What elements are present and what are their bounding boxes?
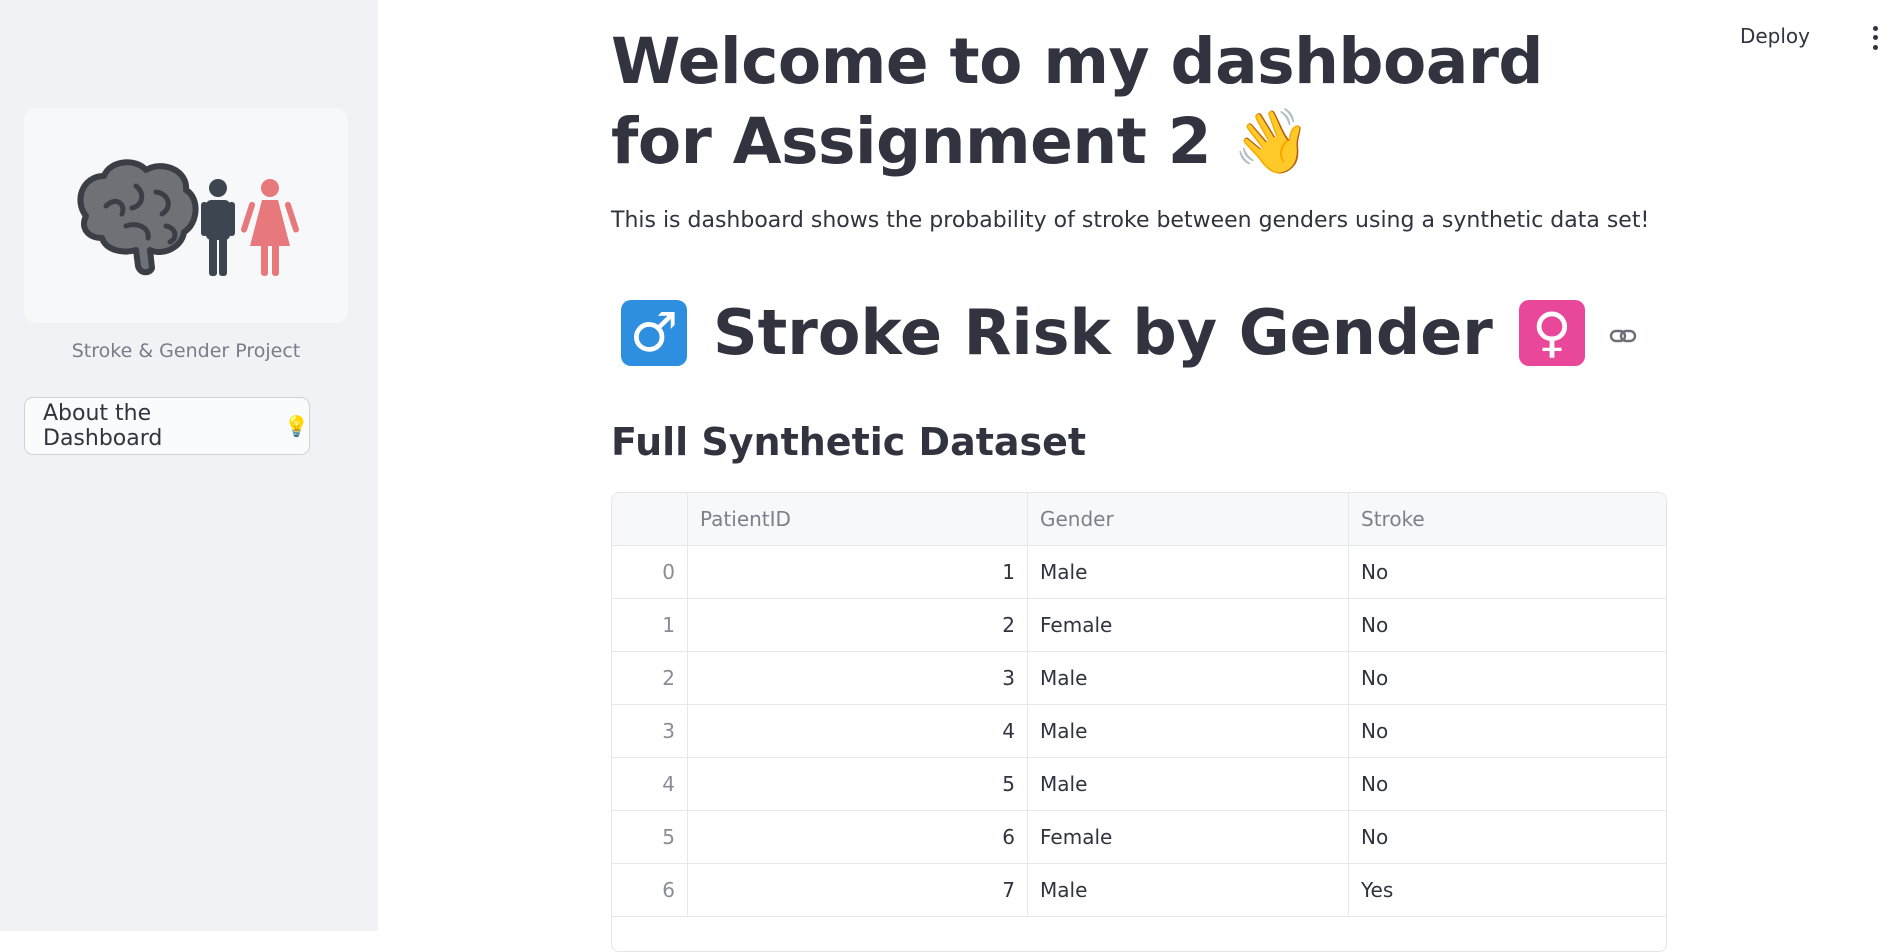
female-symbol-icon: ♀	[1518, 299, 1585, 366]
stroke-cell[interactable]: Yes	[1349, 864, 1663, 916]
female-figure-icon	[241, 178, 299, 276]
table-row: 4 5 Male No	[612, 758, 1666, 811]
male-symbol-icon: ♂	[621, 299, 687, 366]
row-index: 2	[612, 652, 688, 704]
stroke-cell[interactable]: No	[1349, 599, 1663, 651]
gender-cell[interactable]: Female	[1028, 599, 1349, 651]
about-button-label: About the Dashboard	[43, 401, 163, 451]
stroke-cell[interactable]: No	[1349, 652, 1663, 704]
patientid-cell[interactable]: 2	[688, 599, 1028, 651]
table-row: 6 7 Male Yes	[612, 864, 1666, 917]
gender-cell[interactable]: Male	[1028, 758, 1349, 810]
row-index: 6	[612, 864, 688, 916]
column-header-gender[interactable]: Gender	[1028, 493, 1349, 545]
gender-cell[interactable]: Male	[1028, 705, 1349, 757]
section-title: Full Synthetic Dataset	[611, 420, 1087, 464]
stroke-cell[interactable]: No	[1349, 705, 1663, 757]
table-row: 3 4 Male No	[612, 705, 1666, 758]
intro-text: This is dashboard shows the probability …	[611, 208, 1650, 233]
subheader-text: Stroke Risk by Gender	[713, 296, 1493, 369]
patientid-cell[interactable]: 5	[688, 758, 1028, 810]
table-row: 0 1 Male No	[612, 546, 1666, 599]
gender-subheader: ♂ Stroke Risk by Gender ♀	[621, 296, 1637, 369]
brain-gender-logo-icon	[77, 158, 299, 276]
main-menu-icon[interactable]	[1870, 24, 1880, 52]
brain-icon	[77, 158, 199, 275]
table-row: 2 3 Male No	[612, 652, 1666, 705]
table-row: 1 2 Female No	[612, 599, 1666, 652]
patientid-cell[interactable]: 6	[688, 811, 1028, 863]
row-index: 0	[612, 546, 688, 598]
page-title: Welcome to my dashboard for Assignment 2…	[611, 22, 1571, 182]
column-header-stroke[interactable]: Stroke	[1349, 493, 1663, 545]
gender-cell[interactable]: Male	[1028, 652, 1349, 704]
gender-cell[interactable]: Male	[1028, 864, 1349, 916]
project-logo	[24, 108, 348, 323]
about-dashboard-button[interactable]: About the Dashboard 💡	[24, 397, 310, 455]
dataset-table[interactable]: PatientID Gender Stroke 0 1 Male No 1 2 …	[611, 492, 1667, 952]
index-header	[612, 493, 688, 545]
stroke-cell[interactable]: No	[1349, 546, 1663, 598]
page-title-text: Welcome to my dashboard for Assignment 2	[611, 25, 1544, 178]
patientid-cell[interactable]: 3	[688, 652, 1028, 704]
row-index: 3	[612, 705, 688, 757]
sidebar: Stroke & Gender Project About the Dashbo…	[0, 0, 378, 931]
gender-cell[interactable]: Female	[1028, 811, 1349, 863]
stroke-cell[interactable]: No	[1349, 811, 1663, 863]
row-index: 5	[612, 811, 688, 863]
waving-hand-icon: 👋	[1232, 105, 1311, 178]
row-index: 4	[612, 758, 688, 810]
table-header-row: PatientID Gender Stroke	[612, 493, 1666, 546]
deploy-button[interactable]: Deploy	[1740, 24, 1810, 48]
anchor-link-icon[interactable]	[1609, 328, 1637, 344]
lightbulb-icon: 💡	[284, 414, 309, 438]
patientid-cell[interactable]: 1	[688, 546, 1028, 598]
project-caption: Stroke & Gender Project	[71, 340, 301, 362]
patientid-cell[interactable]: 7	[688, 864, 1028, 916]
column-header-patientid[interactable]: PatientID	[688, 493, 1028, 545]
table-row: 5 6 Female No	[612, 811, 1666, 864]
male-figure-icon	[201, 178, 235, 276]
row-index: 1	[612, 599, 688, 651]
patientid-cell[interactable]: 4	[688, 705, 1028, 757]
stroke-cell[interactable]: No	[1349, 758, 1663, 810]
gender-cell[interactable]: Male	[1028, 546, 1349, 598]
